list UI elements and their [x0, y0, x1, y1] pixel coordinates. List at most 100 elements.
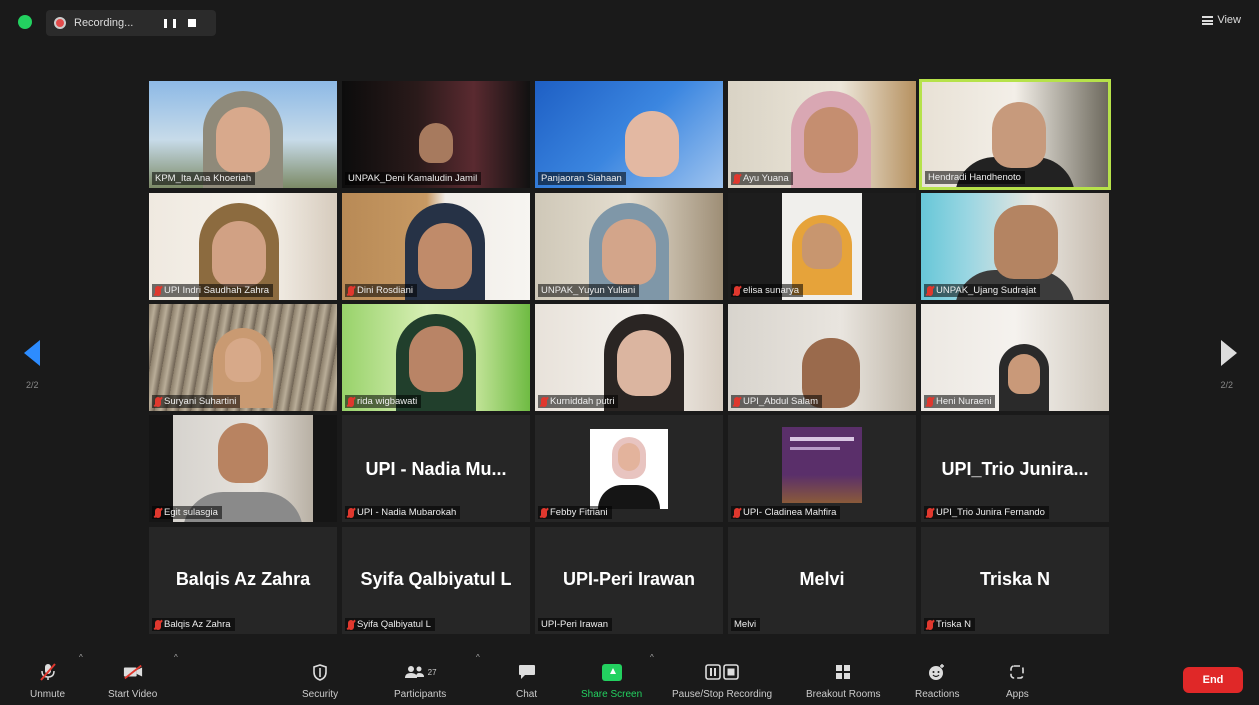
next-page-arrow-icon[interactable] — [1221, 340, 1237, 366]
video-tile[interactable]: Heni Nuraeni — [921, 304, 1109, 411]
video-tile[interactable]: UNPAK_Ujang Sudrajat — [921, 193, 1109, 300]
apps-button[interactable]: Apps — [1006, 663, 1029, 700]
muted-mic-icon — [155, 619, 161, 630]
participant-display-name: UPI_Trio Junira... — [941, 459, 1089, 479]
stop-recording-icon[interactable] — [188, 19, 196, 27]
pause-stop-recording-label: Pause/Stop Recording — [672, 689, 773, 700]
pause-stop-recording-button[interactable]: Pause/Stop Recording — [672, 663, 772, 700]
video-tile[interactable]: UPI Indri Saudhah Zahra — [149, 193, 337, 300]
video-tile-profile-photo[interactable]: Febby Fitriani — [535, 415, 723, 522]
participants-options-caret-icon[interactable]: ^ — [476, 653, 480, 662]
security-button[interactable]: Security — [302, 663, 338, 700]
video-tile[interactable]: rida wigbawati — [342, 304, 530, 411]
view-button[interactable]: View — [1202, 14, 1241, 26]
pause-recording-icon[interactable] — [164, 17, 176, 29]
participant-name: Hendradi Handhenoto — [925, 171, 1025, 184]
participant-name: UPI - Nadia Mubarokah — [345, 506, 461, 519]
pause-stop-recording-icon — [704, 663, 740, 681]
video-tile[interactable]: Egit sulasgia — [149, 415, 337, 522]
end-meeting-button[interactable]: End — [1183, 667, 1243, 693]
emoji-smile-icon — [927, 663, 947, 681]
video-options-caret-icon[interactable]: ^ — [174, 653, 178, 662]
video-tile[interactable]: UNPAK_Yuyun Yuliani — [535, 193, 723, 300]
participant-name: UPI-Peri Irawan — [538, 618, 613, 631]
page-indicator-right: 2/2 — [1220, 380, 1233, 390]
participants-icon: 27 — [400, 663, 440, 681]
video-tile-no-video[interactable]: Triska N Triska N — [921, 527, 1109, 634]
participant-name: UPI_Trio Junira Fernando — [924, 506, 1049, 519]
share-options-caret-icon[interactable]: ^ — [650, 653, 654, 662]
reactions-button[interactable]: Reactions — [915, 663, 959, 700]
profile-photo — [590, 429, 668, 509]
share-screen-button[interactable]: Share Screen — [581, 663, 642, 700]
participant-display-name: Balqis Az Zahra — [175, 569, 311, 589]
profile-photo — [782, 427, 862, 503]
video-tile-no-video[interactable]: UPI_Trio Junira... UPI_Trio Junira Ferna… — [921, 415, 1109, 522]
muted-mic-icon — [155, 507, 161, 518]
video-tile-active-speaker[interactable]: Hendradi Handhenoto — [919, 79, 1111, 190]
video-tile[interactable]: Panjaoran Siahaan — [535, 81, 723, 188]
participant-name: Suryani Suhartini — [152, 395, 241, 408]
participants-label: Participants — [394, 689, 447, 700]
participant-display-name: UPI-Peri Irawan — [562, 569, 696, 589]
video-tile[interactable]: Kurniddah putri — [535, 304, 723, 411]
participants-count: 27 — [427, 667, 437, 677]
participant-name: UNPAK_Ujang Sudrajat — [924, 284, 1041, 297]
video-tile[interactable]: UNPAK_Deni Kamaludin Jamil — [342, 81, 530, 188]
video-tile-no-video[interactable]: UPI-Peri Irawan UPI-Peri Irawan — [535, 527, 723, 634]
participant-name: UPI Indri Saudhah Zahra — [152, 284, 274, 297]
video-tile-profile-photo[interactable]: UPI- Cladinea Mahfira — [728, 415, 916, 522]
video-tile[interactable]: KPM_Ita Ana Khoeriah — [149, 81, 337, 188]
participant-display-name: Syifa Qalbiyatul L — [360, 569, 512, 589]
participants-button[interactable]: 27 Participants — [394, 663, 446, 700]
breakout-rooms-button[interactable]: Breakout Rooms — [806, 663, 880, 700]
muted-mic-icon — [541, 396, 547, 407]
participant-name: Triska N — [924, 618, 976, 631]
muted-mic-icon — [348, 285, 354, 296]
video-tile-no-video[interactable]: Balqis Az Zahra Balqis Az Zahra — [149, 527, 337, 634]
video-tile-no-video[interactable]: Melvi Melvi — [728, 527, 916, 634]
muted-mic-icon — [348, 619, 354, 630]
participant-name: Kurniddah putri — [538, 395, 619, 408]
muted-mic-icon — [734, 285, 740, 296]
recording-indicator: Recording... — [46, 10, 216, 36]
muted-mic-icon — [155, 396, 161, 407]
video-tile[interactable]: Ayu Yuana — [728, 81, 916, 188]
muted-mic-icon — [927, 285, 933, 296]
breakout-rooms-grid-icon — [833, 663, 853, 681]
chat-label: Chat — [516, 689, 538, 700]
video-tile[interactable]: Suryani Suhartini — [149, 304, 337, 411]
start-video-button[interactable]: Start Video — [108, 663, 157, 700]
participant-name: UPI- Cladinea Mahfira — [731, 506, 841, 519]
participant-display-name: UPI - Nadia Mu... — [365, 459, 507, 479]
recording-label: Recording... — [74, 17, 134, 29]
shield-icon — [310, 663, 330, 681]
chat-button[interactable]: Chat — [516, 663, 537, 700]
previous-page-arrow-icon[interactable] — [24, 340, 40, 366]
participant-name: rida wigbawati — [345, 395, 422, 408]
video-tile-no-video[interactable]: UPI - Nadia Mu... UPI - Nadia Mubarokah — [342, 415, 530, 522]
audio-options-caret-icon[interactable]: ^ — [79, 653, 83, 662]
video-tile[interactable]: UPI_Abdul Salam — [728, 304, 916, 411]
video-tile-no-video[interactable]: Syifa Qalbiyatul L Syifa Qalbiyatul L — [342, 527, 530, 634]
muted-mic-icon — [734, 173, 740, 184]
participant-name: Ayu Yuana — [731, 172, 793, 185]
unmute-label: Unmute — [30, 689, 66, 700]
security-label: Security — [302, 689, 339, 700]
participant-name: Melvi — [731, 618, 761, 631]
participant-name: UPI_Abdul Salam — [731, 395, 822, 408]
participant-name: Panjaoran Siahaan — [538, 172, 626, 185]
meeting-toolbar: Unmute ^ Start Video ^ Security 27 Parti… — [0, 647, 1259, 705]
participant-name: UNPAK_Deni Kamaludin Jamil — [345, 172, 482, 185]
participant-display-name: Melvi — [799, 569, 845, 589]
muted-mic-icon — [734, 396, 740, 407]
muted-mic-icon — [927, 507, 933, 518]
video-tile[interactable]: elisa sunarya — [728, 193, 916, 300]
muted-microphone-icon — [38, 663, 58, 681]
participant-name: Dini Rosdiani — [345, 284, 417, 297]
muted-mic-icon — [927, 396, 933, 407]
video-tile[interactable]: Dini Rosdiani — [342, 193, 530, 300]
participant-name: elisa sunarya — [731, 284, 803, 297]
unmute-button[interactable]: Unmute — [30, 663, 65, 700]
apps-label: Apps — [1006, 689, 1029, 700]
